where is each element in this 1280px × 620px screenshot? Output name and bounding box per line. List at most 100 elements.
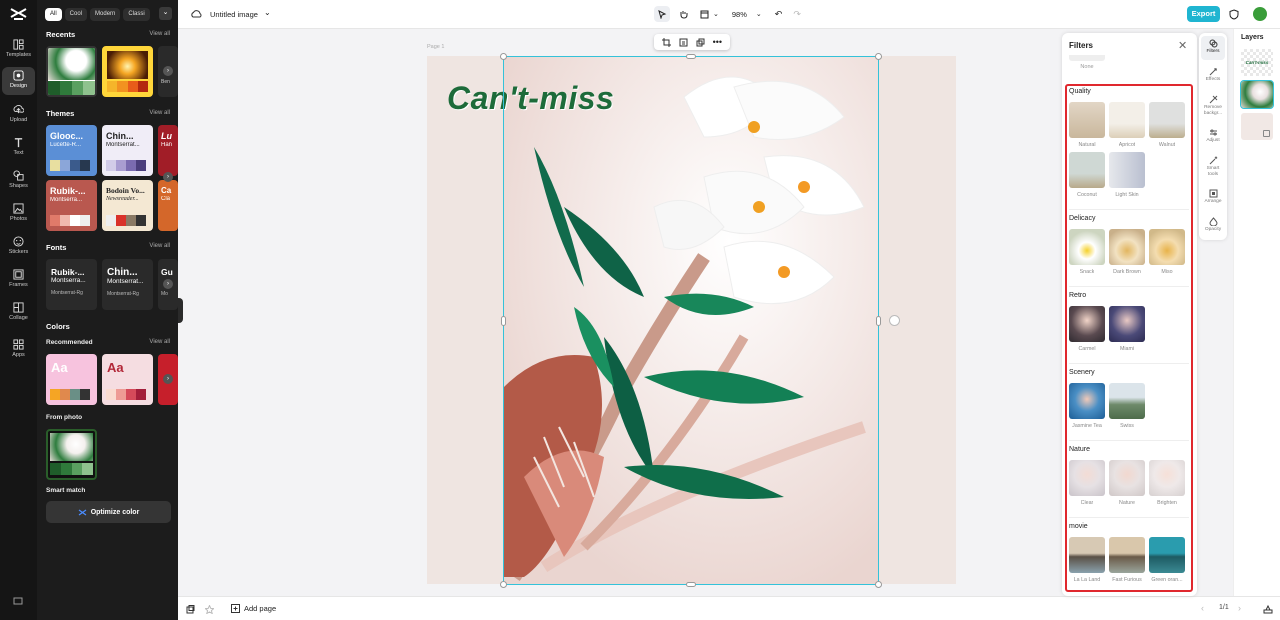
feedback-icon[interactable]	[13, 596, 23, 606]
title-dropdown-icon[interactable]: ⌄	[264, 8, 271, 17]
tab-adjust[interactable]: Adjust	[1201, 125, 1225, 144]
recents-view-all[interactable]: View all	[149, 31, 170, 37]
star-icon[interactable]	[205, 605, 214, 614]
tab-smart-tools[interactable]: Smart tools	[1201, 153, 1225, 177]
rail-apps[interactable]: Apps	[2, 336, 35, 366]
close-icon[interactable]: ✕	[1178, 39, 1187, 52]
rail-photos[interactable]: Photos	[2, 200, 35, 230]
filter-nature[interactable]: Nature	[1109, 460, 1145, 506]
theme-card-partial-2[interactable]: Ca Cla	[158, 180, 178, 231]
avatar[interactable]	[1253, 7, 1267, 21]
rotate-handle-icon[interactable]	[889, 315, 900, 326]
filter-miso[interactable]: Miso	[1149, 229, 1185, 275]
rail-upload[interactable]: Upload	[2, 101, 35, 131]
resize-button[interactable]	[696, 6, 712, 22]
resize-handle-bottom[interactable]	[686, 582, 696, 587]
add-page-button[interactable]: Add page	[231, 604, 276, 613]
font-card-2[interactable]: Chin... Montserrat... Montserrat-Rg	[102, 259, 153, 310]
tab-opacity[interactable]: Opacity	[1201, 214, 1225, 233]
filter-miami[interactable]: Miami	[1109, 306, 1145, 352]
chip-all[interactable]: All	[45, 8, 62, 21]
resize-handle-bl[interactable]	[500, 581, 507, 588]
redo-icon[interactable]: ↷	[793, 9, 801, 20]
export-button[interactable]: Export	[1187, 6, 1220, 22]
layer-background[interactable]	[1241, 113, 1273, 140]
layer-text[interactable]: Can't-miss	[1241, 49, 1273, 76]
layers-toggle-icon[interactable]	[1263, 604, 1273, 614]
theme-card-partial-1[interactable]: Lu Han	[158, 125, 178, 176]
rail-text[interactable]: Text	[2, 134, 35, 164]
filter-coconut[interactable]: Coconut	[1069, 152, 1105, 198]
prev-page-icon[interactable]: ‹	[1201, 603, 1204, 613]
resize-handle-tr[interactable]	[875, 53, 882, 60]
filter-jasmine-tea[interactable]: Jasmine Tea	[1069, 383, 1105, 429]
theme-card-2[interactable]: Chin... Montserrat...	[102, 125, 153, 176]
zoom-level[interactable]: 98%	[732, 10, 747, 19]
crop-icon[interactable]	[661, 37, 671, 47]
theme-card-3[interactable]: Rubik-... Montserra...	[46, 180, 97, 231]
resize-handle-tl[interactable]	[500, 53, 507, 60]
more-icon[interactable]: •••	[713, 37, 722, 47]
undo-icon[interactable]: ↶	[775, 9, 783, 20]
filter-clear[interactable]: Clear	[1069, 460, 1105, 506]
themes-next-icon[interactable]: ›	[163, 172, 173, 182]
layer-image[interactable]	[1240, 80, 1274, 109]
select-tool-button[interactable]	[654, 6, 670, 22]
none-filter-thumb[interactable]	[1069, 55, 1105, 61]
filter-fast-furious[interactable]: Fast Furious	[1109, 537, 1145, 583]
rail-stickers[interactable]: Stickers	[2, 233, 35, 263]
resize-handle-top[interactable]	[686, 54, 696, 59]
recents-next-icon[interactable]: ›	[163, 66, 173, 76]
chevron-down-icon[interactable]: ⌄	[159, 7, 172, 20]
chip-modern[interactable]: Modern	[90, 8, 121, 21]
resize-handle-br[interactable]	[875, 581, 882, 588]
colors-next-icon[interactable]: ›	[163, 374, 173, 384]
filter-walnut[interactable]: Walnut	[1149, 102, 1185, 148]
filter-snack[interactable]: Snack	[1069, 229, 1105, 275]
filter-green-orange[interactable]: Green oran...	[1149, 537, 1185, 583]
colors-view-all[interactable]: View all	[149, 339, 170, 345]
replace-icon[interactable]	[679, 38, 688, 47]
rail-shapes[interactable]: Shapes	[2, 167, 35, 197]
shield-icon[interactable]	[1229, 9, 1239, 20]
filter-dark-brown[interactable]: Dark Brown	[1109, 229, 1145, 275]
rail-frames[interactable]: Frames	[2, 266, 35, 296]
filter-light-skin[interactable]: Light Skin	[1109, 152, 1145, 198]
theme-card-1[interactable]: Glooc... Lucette-R...	[46, 125, 97, 176]
document-title[interactable]: Untitled image	[210, 10, 258, 19]
tab-effects[interactable]: Effects	[1201, 64, 1225, 83]
duplicate-icon[interactable]	[696, 38, 705, 47]
tab-filters[interactable]: Filters	[1201, 36, 1225, 60]
next-page-icon[interactable]: ›	[1238, 603, 1241, 613]
color-palette-1[interactable]: Aa	[46, 354, 97, 405]
recent-card-candle[interactable]	[102, 46, 153, 97]
optimize-color-button[interactable]: Optimize color	[46, 501, 171, 523]
rail-templates[interactable]: Templates	[2, 36, 35, 66]
from-photo-palette[interactable]	[46, 429, 97, 480]
color-palette-2[interactable]: Aa	[102, 354, 153, 405]
pages-icon[interactable]	[186, 605, 195, 614]
rail-design[interactable]: Design	[2, 67, 35, 95]
chip-classic[interactable]: Classi	[123, 8, 150, 21]
recent-card-orchid[interactable]	[46, 46, 97, 97]
filter-swiss[interactable]: Swiss	[1109, 383, 1145, 429]
resize-handle-left[interactable]	[501, 316, 506, 326]
tab-arrange[interactable]: Arrange	[1201, 186, 1225, 205]
fonts-view-all[interactable]: View all	[149, 243, 170, 249]
fonts-next-icon[interactable]: ›	[163, 279, 173, 289]
filter-natural[interactable]: Natural	[1069, 102, 1105, 148]
filter-carmel[interactable]: Carmel	[1069, 306, 1105, 352]
tab-remove-background[interactable]: Remove backgr...	[1201, 92, 1225, 116]
themes-view-all[interactable]: View all	[149, 110, 170, 116]
hand-tool-button[interactable]	[675, 6, 691, 22]
filter-apricot[interactable]: Apricot	[1109, 102, 1145, 148]
filter-la-la-land[interactable]: La La Land	[1069, 537, 1105, 583]
resize-handle-right[interactable]	[876, 316, 881, 326]
filter-brighten[interactable]: Brighten	[1149, 460, 1185, 506]
capcut-logo-icon[interactable]	[10, 7, 27, 21]
font-card-1[interactable]: Rubik-... Montserra... Montserrat-Rg	[46, 259, 97, 310]
chevron-down-icon[interactable]: ⌄	[756, 10, 762, 18]
chip-cool[interactable]: Cool	[64, 8, 88, 21]
chevron-down-icon[interactable]: ⌄	[713, 10, 719, 18]
rail-collage[interactable]: Collage	[2, 299, 35, 329]
